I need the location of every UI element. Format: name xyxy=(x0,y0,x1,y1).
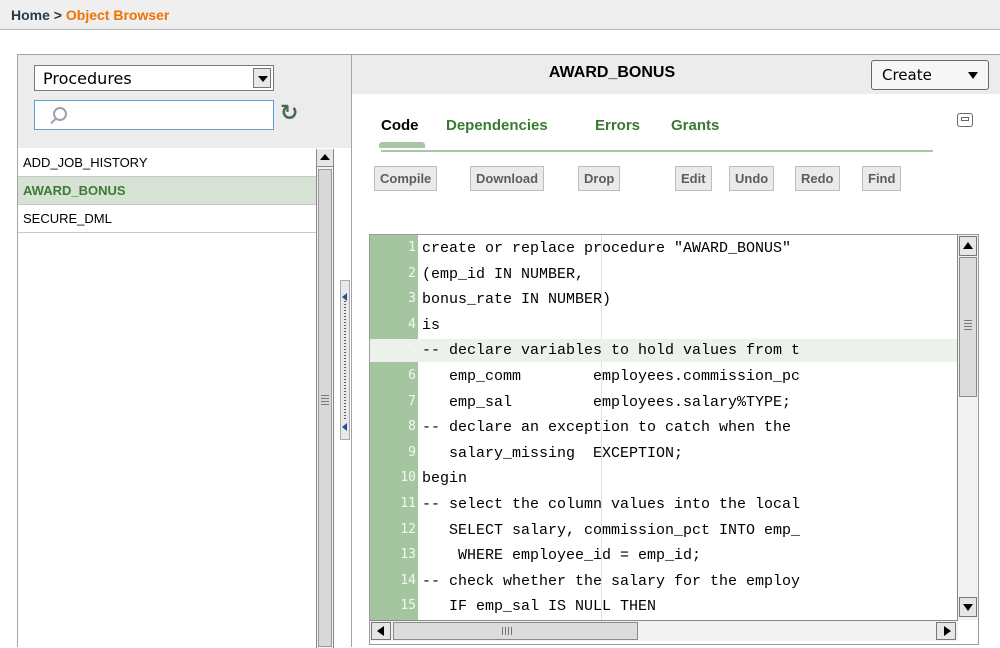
scroll-up-icon[interactable] xyxy=(317,149,333,167)
code-line[interactable]: 5 -- declare variables to hold values fro… xyxy=(370,339,958,363)
breadcrumb-current: Object Browser xyxy=(65,7,170,23)
code-line[interactable]: 15 IF emp_sal IS NULL THEN xyxy=(370,595,958,618)
code-line[interactable]: 3 bonus_rate IN NUMBER) xyxy=(370,288,958,311)
object-list-panel: Procedures ↻ ADD_JOB_HISTORY AWARD_BONUS S… xyxy=(17,54,352,648)
chevron-down-icon xyxy=(968,72,978,79)
line-number: 15 xyxy=(400,598,416,614)
code-line[interactable]: 6 emp_comm employees.commission_pc xyxy=(370,365,958,388)
line-number: 8 xyxy=(408,419,416,435)
object-type-value: Procedures xyxy=(43,69,132,88)
drop-button[interactable]: Drop xyxy=(578,166,621,191)
chevron-down-icon[interactable] xyxy=(253,68,271,88)
code-text: SELECT salary, commission_pct INTO emp_ xyxy=(422,521,801,539)
panel-splitter-handle[interactable] xyxy=(340,280,350,440)
scroll-up-icon[interactable] xyxy=(959,236,977,256)
scroll-right-icon[interactable] xyxy=(936,622,956,640)
editor-horizontal-scrollbar[interactable] xyxy=(370,620,958,641)
line-number: 11 xyxy=(400,496,416,511)
object-header: AWARD_BONUS Create xyxy=(352,54,1000,94)
code-text: emp_comm employees.commission_pc xyxy=(422,368,801,385)
maximize-icon[interactable] xyxy=(957,113,973,127)
line-number: 10 xyxy=(400,470,416,486)
line-number: 3 xyxy=(408,291,416,307)
line-number: 4 xyxy=(408,316,416,332)
tab-grants[interactable]: Grants xyxy=(671,117,719,134)
code-line[interactable]: 11 -- select the column values into the l… xyxy=(370,493,958,516)
create-button[interactable]: Create xyxy=(871,60,989,90)
line-number: 5 xyxy=(408,342,416,358)
line-number: 13 xyxy=(400,547,416,563)
refresh-icon[interactable]: ↻ xyxy=(280,103,298,125)
code-text: -- declare variables to hold values from… xyxy=(422,342,801,360)
line-number: 6 xyxy=(408,368,416,383)
find-button[interactable]: Find xyxy=(862,166,902,191)
code-text: bonus_rate IN NUMBER) xyxy=(422,291,612,309)
object-list-scrollbar[interactable] xyxy=(316,149,334,648)
line-number: 1 xyxy=(408,240,416,255)
breadcrumb: Home > Object Browser xyxy=(0,0,1000,30)
code-editor[interactable]: 1 create or replace procedure "AWARD_BONU… xyxy=(369,234,979,645)
breadcrumb-home-link[interactable]: Home xyxy=(11,7,50,23)
code-text: WHERE employee_id = emp_id; xyxy=(422,547,702,565)
code-text: create or replace procedure "AWARD_BONUS… xyxy=(422,240,801,257)
line-number: 2 xyxy=(408,265,416,281)
scroll-down-icon[interactable] xyxy=(959,597,977,617)
tab-dependencies[interactable]: Dependencies xyxy=(446,117,548,134)
code-text: emp_sal employees.salary%TYPE; xyxy=(422,393,792,411)
scrollbar-thumb[interactable] xyxy=(959,257,977,397)
list-item[interactable]: SECURE_DML xyxy=(18,205,316,233)
object-list-header: Procedures ↻ xyxy=(18,55,351,148)
code-line[interactable]: 14 -- check whether the salary for the em… xyxy=(370,570,958,593)
code-line[interactable]: 4 is xyxy=(370,314,958,337)
line-number: 14 xyxy=(400,572,416,588)
list-item[interactable]: ADD_JOB_HISTORY xyxy=(18,149,316,177)
code-text: salary_missing EXCEPTION; xyxy=(422,444,684,462)
code-text: -- declare an exception to catch when th… xyxy=(422,419,801,437)
line-number: 7 xyxy=(408,393,416,409)
code-text: -- check whether the salary for the empl… xyxy=(422,572,801,590)
object-title: AWARD_BONUS xyxy=(548,64,676,81)
compile-button[interactable]: Compile xyxy=(374,166,438,191)
tab-errors[interactable]: Errors xyxy=(595,117,640,134)
collapse-left-icon[interactable] xyxy=(342,423,347,431)
code-text: -- select the column values into the loc… xyxy=(422,496,801,513)
code-line[interactable]: 12 SELECT salary, commission_pct INTO em… xyxy=(370,519,958,542)
undo-button[interactable]: Undo xyxy=(729,166,775,191)
breadcrumb-separator: > xyxy=(49,7,66,23)
object-search-input[interactable] xyxy=(34,100,274,130)
code-line[interactable]: 1 create or replace procedure "AWARD_BONU… xyxy=(370,237,958,260)
scroll-left-icon[interactable] xyxy=(371,622,391,640)
code-line[interactable]: 13 WHERE employee_id = emp_id; xyxy=(370,544,958,567)
code-line[interactable]: 10 begin xyxy=(370,467,958,490)
scrollbar-thumb[interactable] xyxy=(318,169,332,647)
line-number: 9 xyxy=(408,444,416,460)
code-text: IF emp_sal IS NULL THEN xyxy=(422,598,657,616)
tab-code[interactable]: Code xyxy=(379,117,425,148)
code-line[interactable]: 7 emp_sal employees.salary%TYPE; xyxy=(370,391,958,414)
editor-vertical-scrollbar[interactable] xyxy=(957,235,978,620)
scrollbar-thumb[interactable] xyxy=(393,622,638,640)
download-button[interactable]: Download xyxy=(470,166,545,191)
object-tabs: Code Dependencies Errors Grants xyxy=(379,117,933,152)
object-type-select[interactable]: Procedures xyxy=(34,65,274,91)
edit-button[interactable]: Edit xyxy=(675,166,712,191)
code-line[interactable]: 9 salary_missing EXCEPTION; xyxy=(370,442,958,465)
line-number: 12 xyxy=(400,521,416,537)
code-text: is xyxy=(422,316,441,334)
code-line[interactable]: 8 -- declare an exception to catch when t… xyxy=(370,416,958,439)
create-button-label: Create xyxy=(882,66,932,84)
code-text: (emp_id IN NUMBER, xyxy=(422,265,585,283)
redo-button[interactable]: Redo xyxy=(795,166,840,191)
code-line[interactable]: 2 (emp_id IN NUMBER, xyxy=(370,263,958,286)
search-icon xyxy=(53,107,67,121)
object-list: ADD_JOB_HISTORY AWARD_BONUS SECURE_DML xyxy=(18,149,316,233)
list-item[interactable]: AWARD_BONUS xyxy=(18,177,316,205)
code-text: begin xyxy=(422,470,468,488)
